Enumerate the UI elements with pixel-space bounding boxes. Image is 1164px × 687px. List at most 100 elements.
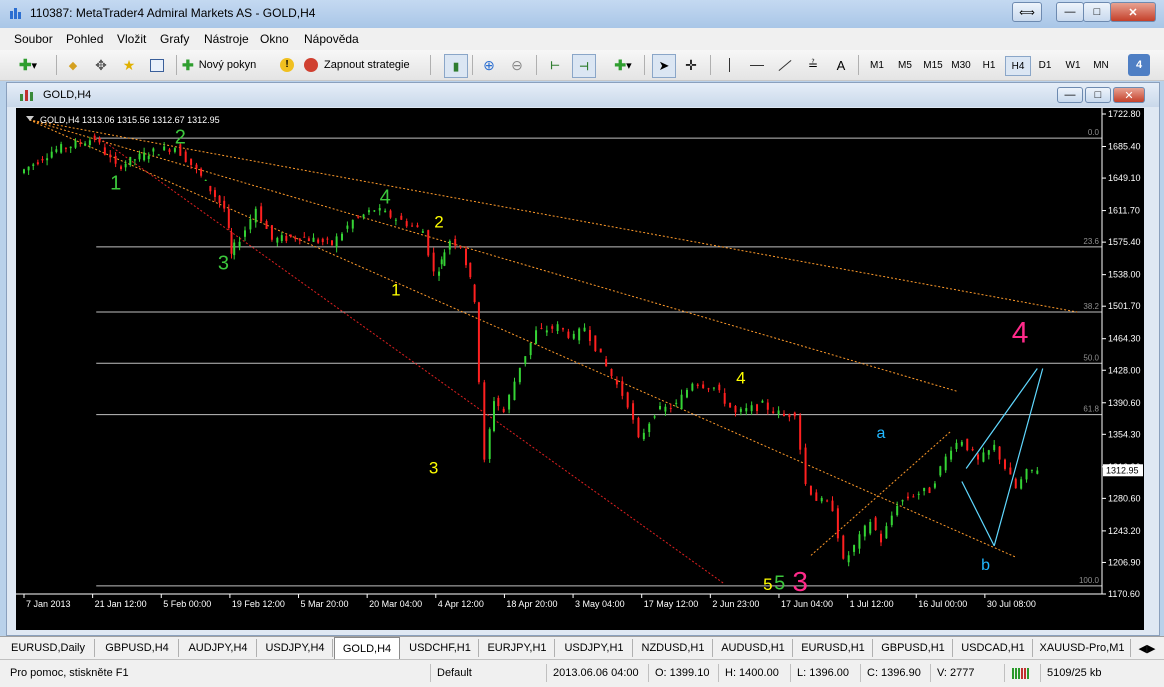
market-watch-icon: ◆ (68, 59, 78, 72)
chart-shift-button[interactable]: ⊢ (544, 54, 566, 76)
crosshair-tool-button[interactable]: ✛ (680, 54, 702, 76)
chart-info-title: GOLD,H4 1313.06 1315.56 1312.67 1312.95 (40, 115, 220, 125)
tab-audusd-h1[interactable]: AUDUSD,H1 (714, 639, 793, 657)
minimize-button[interactable]: — (1056, 2, 1084, 22)
chart-maximize-button[interactable]: □ (1085, 87, 1111, 103)
price-candle-body (632, 403, 635, 420)
horizontal-line-tool-button[interactable] (746, 54, 768, 76)
timeframe-w1[interactable]: W1 (1061, 56, 1085, 74)
terminal-button[interactable] (146, 54, 168, 76)
price-candle-body (41, 159, 44, 161)
status-datetime: 2013.06.06 04:00 (546, 664, 649, 682)
text-tool-button[interactable]: A (830, 54, 852, 76)
auto-trading-button[interactable]: Zapnout strategie (304, 54, 424, 76)
chart-menu-triangle-icon[interactable] (26, 116, 34, 121)
tab-usdcad-h1[interactable]: USDCAD,H1 (954, 639, 1033, 657)
zoom-out-button[interactable]: ⊖ (506, 54, 528, 76)
price-candle-body (454, 239, 457, 246)
tab-usdchf-h1[interactable]: USDCHF,H1 (402, 639, 479, 657)
autoscroll-button[interactable]: ⊣ (572, 54, 596, 78)
price-candle-body (200, 168, 203, 176)
price-candle-body (389, 210, 392, 218)
price-candle-body (36, 162, 39, 165)
auto-trading-label: Zapnout strategie (324, 59, 410, 71)
tab-gbpusd-h1[interactable]: GBPUSD,H1 (874, 639, 953, 657)
tabs-scroll-arrows[interactable]: ◀▶ (1132, 639, 1162, 657)
candle-chart-button[interactable]: ▮ (444, 54, 468, 78)
price-candle-body (473, 284, 476, 303)
tab-usdjpy-h1[interactable]: USDJPY,H1 (556, 639, 633, 657)
tab-xauusd-pro-m1[interactable]: XAUUSD-Pro,M1 (1034, 639, 1131, 657)
chart-minimize-button[interactable]: — (1057, 87, 1083, 103)
price-candle-body (513, 381, 516, 401)
zoom-in-button[interactable]: ⊕ (478, 54, 500, 76)
price-candle-body (60, 144, 63, 153)
timeframe-d1[interactable]: D1 (1033, 56, 1057, 74)
price-candle-body (32, 164, 35, 166)
tab-audjpy-h4[interactable]: AUDJPY,H4 (180, 639, 257, 657)
trendline-upper (29, 119, 1078, 313)
favorites-button[interactable]: ★ (118, 54, 140, 76)
price-candle-body (880, 533, 883, 543)
tab-usdjpy-h4[interactable]: USDJPY,H4 (258, 639, 333, 657)
price-candle-body (782, 413, 785, 417)
timeframe-m30[interactable]: M30 (949, 56, 973, 74)
vertical-line-tool-button[interactable] (718, 54, 740, 76)
maximize-button[interactable]: □ (1083, 2, 1111, 22)
time-axis-label: 3 May 04:00 (575, 599, 625, 609)
window-restore-arrows-button[interactable]: ⟺ (1012, 2, 1042, 22)
metatrader-app-icon (10, 8, 21, 19)
time-axis-label: 20 Mar 04:00 (369, 599, 422, 609)
timeframe-h1[interactable]: H1 (977, 56, 1001, 74)
menu-nastroje[interactable]: Nástroje (204, 32, 249, 46)
trendline-tool-button[interactable] (774, 54, 796, 76)
terminal-icon (150, 58, 164, 72)
new-order-button[interactable]: ✚ Nový pokyn (182, 54, 270, 76)
menu-grafy[interactable]: Grafy (160, 32, 189, 46)
tab-gbpusd-h4[interactable]: GBPUSD,H4 (96, 639, 179, 657)
timeframe-m15[interactable]: M15 (921, 56, 945, 74)
price-candle-body (46, 158, 49, 161)
tab-gold-h4[interactable]: GOLD,H4 (334, 637, 400, 659)
price-candle-body (761, 400, 764, 403)
menu-vlozit[interactable]: Vložit (117, 32, 146, 46)
price-candle-body (933, 483, 936, 488)
tab-eurusd-daily[interactable]: EURUSD,Daily (2, 639, 95, 657)
price-candle-body (966, 438, 969, 451)
chart-close-button[interactable]: ✕ (1113, 87, 1145, 103)
tab-eurusd-h1[interactable]: EURUSD,H1 (794, 639, 873, 657)
timeframe-m5[interactable]: M5 (893, 56, 917, 74)
indicators-button[interactable]: ✚ ▾ (608, 54, 638, 76)
timeframe-m1[interactable]: M1 (865, 56, 889, 74)
tab-nzdusd-h1[interactable]: NZDUSD,H1 (634, 639, 713, 657)
price-candle-body (331, 240, 333, 245)
price-chart[interactable]: 0.0 23.6 38.2 50.0 61.8 100.0 12342134553ab4 … (16, 108, 1144, 630)
new-chart-button[interactable]: ✚ ▾ (8, 54, 48, 76)
alert-button[interactable]: ! (276, 54, 298, 76)
price-chart-svg[interactable]: 0.023.638.250.061.8100.0 123421345 5 3ab4 … (16, 108, 1144, 630)
timeframe-h4[interactable]: H4 (1005, 56, 1031, 76)
tab-eurjpy-h1[interactable]: EURJPY,H1 (480, 639, 555, 657)
close-button[interactable]: ✕ (1110, 2, 1156, 22)
price-axis-label: 1649.10 (1108, 173, 1141, 183)
price-candle-body (120, 166, 123, 170)
menu-napoveda[interactable]: Nápověda (304, 32, 359, 46)
channel-tool-button[interactable]: ≟ (802, 54, 824, 76)
price-candle-body (317, 239, 320, 243)
cursor-tool-button[interactable]: ➤ (652, 54, 676, 78)
price-candle-body (103, 147, 106, 155)
menu-okno[interactable]: Okno (260, 32, 289, 46)
market-watch-button[interactable]: ◆ (62, 54, 84, 76)
price-candle-body (50, 151, 53, 158)
menu-pohled[interactable]: Pohled (66, 32, 103, 46)
price-candle-body (405, 221, 408, 227)
price-candle-body (610, 368, 613, 377)
navigator-button[interactable]: ✥ (90, 54, 112, 76)
window-title: 110387: MetaTrader4 Admiral Markets AS -… (30, 6, 316, 20)
notification-badge[interactable]: 4 (1128, 54, 1150, 76)
timeframe-mn[interactable]: MN (1089, 56, 1113, 74)
price-candle-body (696, 384, 699, 386)
price-candle-body (729, 402, 732, 408)
menu-soubor[interactable]: Soubor (14, 32, 53, 46)
price-candle-body (680, 394, 683, 409)
